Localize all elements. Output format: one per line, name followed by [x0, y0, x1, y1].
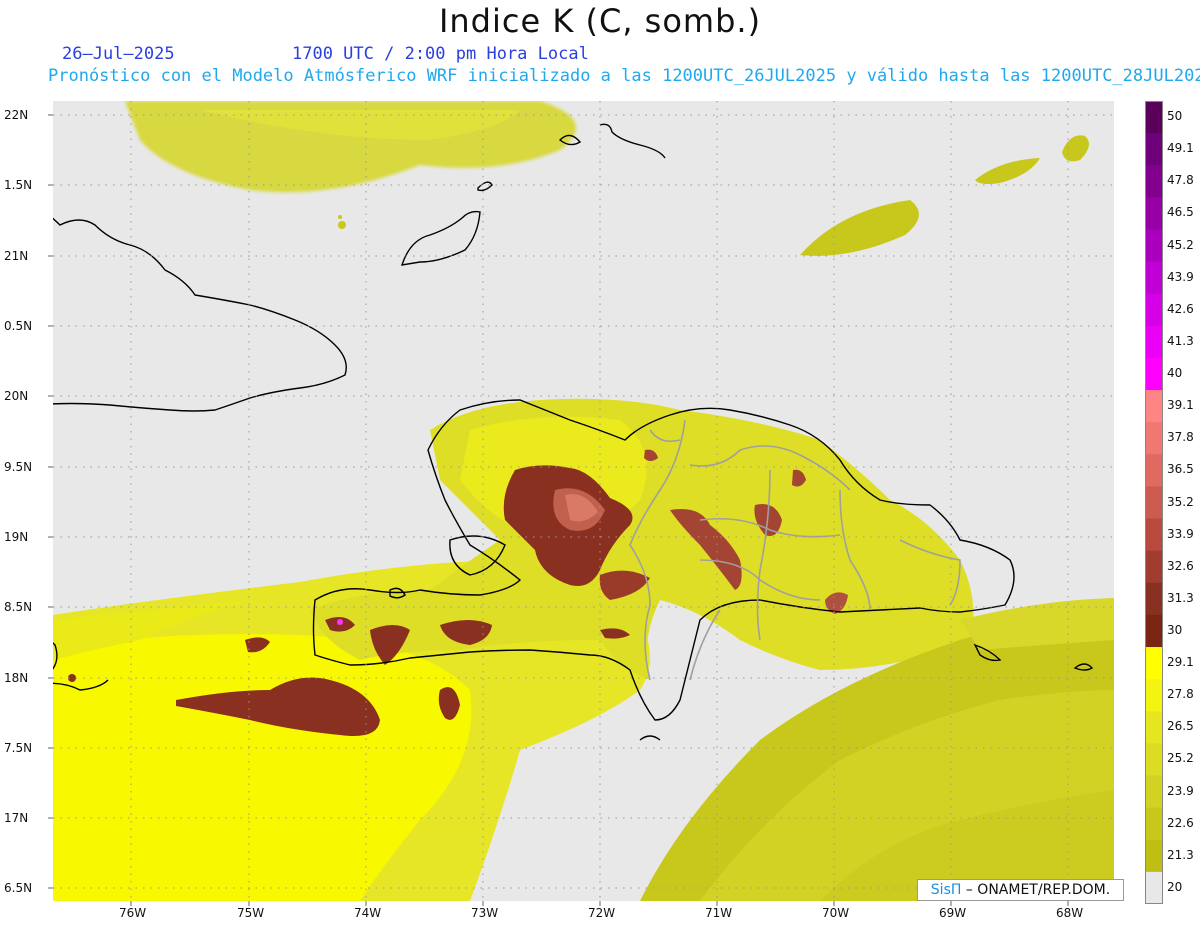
lon-label: 71W [705, 906, 733, 920]
colorbar-label: 33.9 [1167, 526, 1194, 541]
colorbar-label: 31.3 [1167, 590, 1194, 605]
colorbar-segment [1145, 647, 1163, 680]
colorbar-label: 36.5 [1167, 462, 1194, 477]
colorbar-segment [1145, 743, 1163, 777]
colorbar-segment [1145, 550, 1163, 584]
colorbar-label: 21.3 [1167, 847, 1194, 862]
lon-label: 73W [471, 906, 499, 920]
colorbar-label: 35.2 [1167, 494, 1194, 509]
colorbar-segment [1145, 357, 1163, 391]
colorbar-segment [1145, 711, 1163, 744]
colorbar-label: 20 [1167, 879, 1183, 894]
map-canvas [48, 101, 1114, 906]
colorbar-segment [1145, 775, 1163, 809]
lat-label: 18N [4, 671, 29, 685]
lon-label: 75W [237, 906, 265, 920]
colorbar-label: 27.8 [1167, 687, 1194, 702]
colorbar-segment [1145, 871, 1163, 904]
lat-label: 20N [4, 389, 29, 403]
colorbar-label: 43.9 [1167, 269, 1194, 284]
colorbar-label: 46.5 [1167, 205, 1194, 220]
lat-label: 9.5N [4, 460, 33, 474]
lon-label: 74W [354, 906, 382, 920]
colorbar-segment [1145, 582, 1163, 616]
lon-label: 68W [1056, 906, 1084, 920]
lat-label: 7.5N [4, 741, 33, 755]
colorbar-label: 45.2 [1167, 237, 1194, 252]
lon-label: 69W [939, 906, 967, 920]
colorbar-segment [1145, 422, 1163, 455]
colorbar [1145, 101, 1163, 904]
credit-text: – ONAMET/REP.DOM. [961, 882, 1111, 898]
lat-label: 19N [4, 530, 29, 544]
colorbar-label: 23.9 [1167, 783, 1194, 798]
colorbar-label: 32.6 [1167, 558, 1194, 573]
colorbar-segment [1145, 133, 1163, 166]
credit-brand: SisΠ [930, 882, 962, 898]
colorbar-label: 30 [1167, 622, 1183, 637]
colorbar-segment [1145, 486, 1163, 520]
lat-label: 1.5N [4, 178, 33, 192]
colorbar-label: 42.6 [1167, 301, 1194, 316]
colorbar-segment [1145, 807, 1163, 841]
lat-label: 22N [4, 108, 29, 122]
colorbar-segment [1145, 614, 1163, 648]
colorbar-segment [1145, 165, 1163, 198]
colorbar-segment [1145, 101, 1163, 134]
lon-label: 70W [822, 906, 850, 920]
lat-label: 8.5N [4, 600, 33, 614]
lat-label: 17N [4, 811, 29, 825]
colorbar-segment [1145, 293, 1163, 327]
colorbar-label: 49.1 [1167, 141, 1194, 156]
credit-box: SisΠ – ONAMET/REP.DOM. [917, 879, 1124, 901]
map-panel [0, 0, 1200, 927]
lat-label: 6.5N [4, 881, 33, 895]
colorbar-label: 22.6 [1167, 815, 1194, 830]
colorbar-label: 40 [1167, 366, 1183, 381]
colorbar-label: 47.8 [1167, 173, 1194, 188]
colorbar-label: 39.1 [1167, 398, 1194, 413]
colorbar-label: 25.2 [1167, 751, 1194, 766]
colorbar-segment [1145, 325, 1163, 359]
colorbar-label: 50 [1167, 109, 1183, 124]
lon-label: 72W [588, 906, 616, 920]
colorbar-label: 41.3 [1167, 333, 1194, 348]
lat-label: 0.5N [4, 319, 33, 333]
colorbar-segment [1145, 454, 1163, 487]
colorbar-segment [1145, 197, 1163, 230]
colorbar-segment [1145, 839, 1163, 873]
colorbar-segment [1145, 229, 1163, 263]
colorbar-label: 26.5 [1167, 719, 1194, 734]
colorbar-segment [1145, 518, 1163, 552]
colorbar-label: 29.1 [1167, 655, 1194, 670]
lon-label: 76W [119, 906, 147, 920]
colorbar-label: 37.8 [1167, 430, 1194, 445]
colorbar-segment [1145, 261, 1163, 295]
colorbar-segment [1145, 390, 1163, 423]
colorbar-segment [1145, 679, 1163, 712]
lat-label: 21N [4, 249, 29, 263]
